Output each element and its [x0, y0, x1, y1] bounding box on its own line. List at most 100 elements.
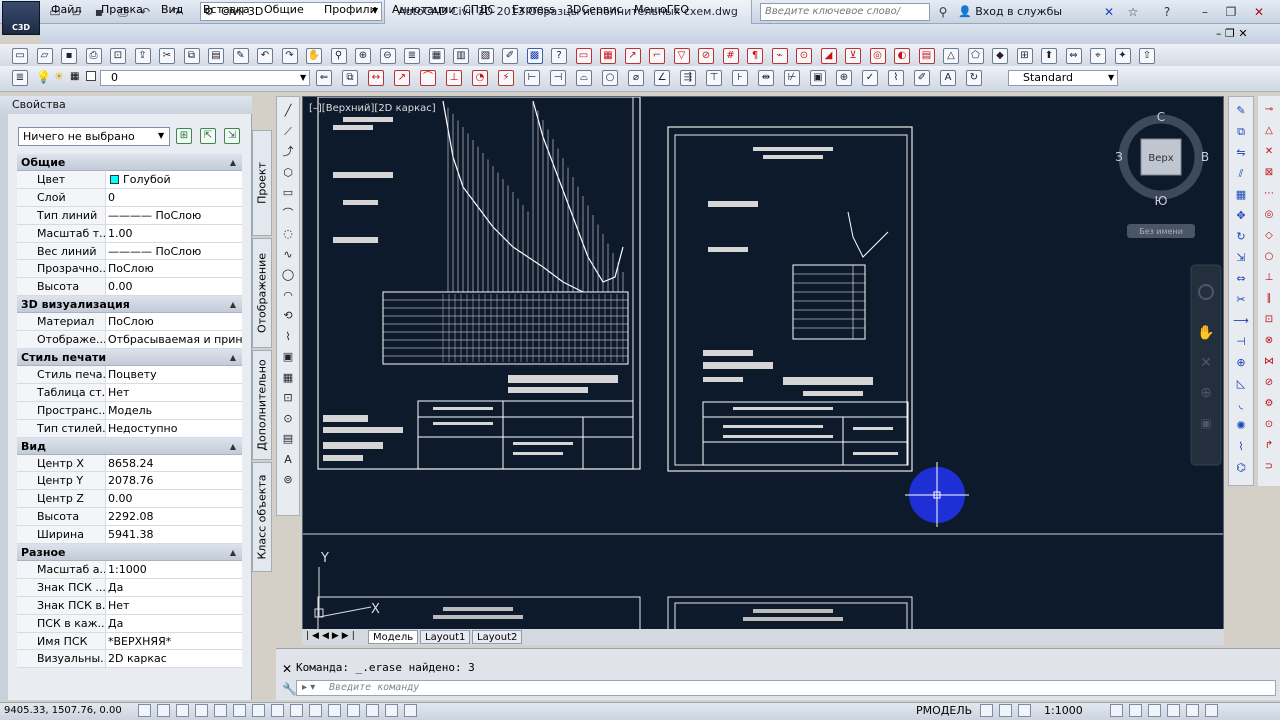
plot-icon[interactable]: ⎙ [85, 48, 102, 64]
ellipse-arc-icon[interactable]: ◠ [280, 288, 296, 304]
spds-axis-icon[interactable]: ⊘ [698, 48, 714, 64]
zoom-window-icon[interactable]: ⊕ [355, 48, 371, 64]
menu-file[interactable]: Файл [51, 2, 81, 18]
tab-display[interactable]: Отображение [252, 238, 272, 348]
ellipse-icon[interactable]: ◯ [280, 267, 296, 283]
pan-icon[interactable]: ✋ [306, 48, 322, 64]
dyn-icon[interactable] [309, 704, 322, 717]
property-value[interactable]: Недоступно [106, 420, 242, 437]
dim-aligned-icon[interactable]: ↗ [394, 70, 410, 86]
property-value[interactable]: 2292.08 [106, 508, 242, 525]
inspect-icon[interactable]: ✓ [862, 70, 878, 86]
spds-section-icon[interactable]: ⌐ [649, 48, 665, 64]
property-row[interactable]: Таблица ст... Нет [17, 383, 242, 402]
blend-icon[interactable]: ⌇ [1233, 439, 1249, 455]
menu-spds[interactable]: СПДС [463, 2, 495, 18]
dim-jogged-icon[interactable]: ⚡ [498, 70, 514, 86]
property-row[interactable]: Вес линий ———— ПоСлою [17, 242, 242, 261]
dim-linear-icon[interactable]: ↔ [368, 70, 384, 86]
property-row[interactable]: Высота 2292.08 [17, 508, 242, 527]
dim-baseline-icon[interactable]: ⊤ [706, 70, 722, 86]
snap-mode-icon[interactable] [157, 704, 170, 717]
menu-annotations[interactable]: Аннотации [392, 2, 456, 18]
tab-object-class[interactable]: Класс объекта [252, 462, 272, 572]
point-icon[interactable]: ⊙ [280, 411, 296, 427]
explode-icon[interactable]: ✺ [1233, 418, 1249, 434]
array-icon[interactable]: ▦ [1233, 187, 1249, 203]
property-value[interactable]: Да [106, 615, 242, 632]
snap-extension-icon[interactable]: ⋯ [1261, 186, 1277, 202]
snap-temp-icon[interactable]: ⊙ [1261, 417, 1277, 433]
menu-view[interactable]: Вид [161, 2, 183, 18]
search-input[interactable]: Введите ключевое слово/фразу [760, 3, 930, 33]
tab-model[interactable]: Модель [368, 630, 419, 644]
property-value[interactable]: 5941.38 [106, 526, 242, 543]
tab-navigation-arrows[interactable]: |◀◀▶▶| [306, 631, 358, 641]
save-icon[interactable]: ▪ [61, 48, 77, 64]
restore-icon[interactable]: ❐ [1222, 3, 1240, 21]
region-icon[interactable]: ⊡ [280, 390, 296, 406]
selection-dropdown[interactable]: Ничего не выбрано [18, 127, 170, 146]
geo-export-icon[interactable]: ⇧ [1139, 48, 1155, 64]
quick-view-layouts-icon[interactable] [980, 704, 993, 717]
calculator-icon[interactable]: ▩ [526, 48, 543, 64]
spds-leader-icon[interactable]: ↗ [624, 48, 641, 64]
section-header[interactable]: 3D визуализация [17, 296, 242, 314]
open-icon[interactable]: ▱ [36, 48, 53, 64]
palette-grip[interactable] [0, 96, 8, 700]
minimize-icon[interactable]: – [1196, 3, 1214, 21]
menubar-window-controls[interactable]: – ❐ ✕ [1216, 27, 1248, 40]
dim-linear2-icon[interactable]: ⊢ [524, 70, 540, 86]
dim-arc-icon[interactable]: ⌒ [420, 70, 436, 86]
spds-stamp-icon[interactable]: ▦ [600, 48, 616, 64]
annotation-scale[interactable]: 1:1000 [1044, 704, 1083, 718]
property-row[interactable]: Центр X 8658.24 [17, 454, 242, 473]
showmotion-icon[interactable]: ▣ [1200, 416, 1211, 430]
property-row[interactable]: Центр Z 0.00 [17, 490, 242, 509]
property-value[interactable]: Поцвету [106, 366, 242, 383]
spds-view-icon[interactable]: ◐ [894, 48, 910, 64]
section-header[interactable]: Стиль печати [17, 349, 242, 367]
menu-menugeo[interactable]: МенюГЕО [634, 2, 689, 18]
cut-icon[interactable]: ✂ [159, 48, 175, 64]
copy-icon[interactable]: ⧉ [183, 48, 200, 64]
polyline-icon[interactable]: ⤴ [280, 144, 296, 160]
spds-table-icon[interactable]: ▤ [918, 48, 935, 64]
snap-node-icon[interactable]: ⊗ [1261, 333, 1277, 349]
chevron-down-icon[interactable]: ▼ [158, 131, 164, 140]
qp-icon[interactable] [366, 704, 379, 717]
layer-dropdown[interactable]: 0 [100, 70, 310, 86]
property-value[interactable]: 2078.76 [106, 472, 242, 489]
property-value[interactable]: 1.00 [106, 225, 242, 242]
lineweight-icon[interactable] [328, 704, 341, 717]
property-row[interactable]: Имя ПСК *ВЕРХНЯЯ* [17, 632, 242, 651]
property-row[interactable]: Пространс... Модель [17, 401, 242, 420]
property-row[interactable]: Цвет Голубой [17, 171, 242, 189]
properties-icon[interactable]: ≣ [404, 48, 420, 64]
table-icon[interactable]: ▤ [280, 431, 296, 447]
property-value[interactable]: Нет [106, 597, 242, 614]
viewcube-west[interactable]: З [1115, 150, 1123, 164]
menu-express[interactable]: Express [512, 2, 555, 18]
spds-level-icon[interactable]: ▽ [673, 48, 690, 64]
snap-magnet-icon[interactable]: ⊃ [1261, 459, 1277, 475]
undo-icon[interactable]: ↶ [257, 48, 273, 64]
property-value[interactable]: ПоСлою [106, 313, 242, 330]
spds-weld-icon[interactable]: ⊻ [845, 48, 861, 64]
zoom-previous-icon[interactable]: ⊖ [379, 48, 396, 64]
fillet-icon[interactable]: ◟ [1233, 397, 1249, 413]
center-mark-icon[interactable]: ⊕ [836, 70, 852, 86]
publish-icon[interactable]: ⇪ [134, 48, 151, 64]
3dosnap-icon[interactable] [252, 704, 265, 717]
dim-quick-icon[interactable]: ⇶ [680, 70, 696, 86]
property-row[interactable]: Тип линий ———— ПоСлою [17, 206, 242, 225]
dim-radius2-icon[interactable]: ○ [602, 70, 618, 86]
join-icon[interactable]: ⊕ [1233, 355, 1249, 371]
section-header[interactable]: Разное [17, 544, 242, 562]
construction-line-icon[interactable]: ⟋ [280, 124, 296, 140]
dim-break-icon[interactable]: ⊬ [784, 70, 800, 86]
property-row[interactable]: Знак ПСК ... Да [17, 578, 242, 597]
spds-mark-icon[interactable]: ¶ [747, 48, 763, 64]
break-icon[interactable]: ⊣ [1233, 334, 1249, 350]
spds-format-icon[interactable]: ▭ [575, 48, 592, 64]
